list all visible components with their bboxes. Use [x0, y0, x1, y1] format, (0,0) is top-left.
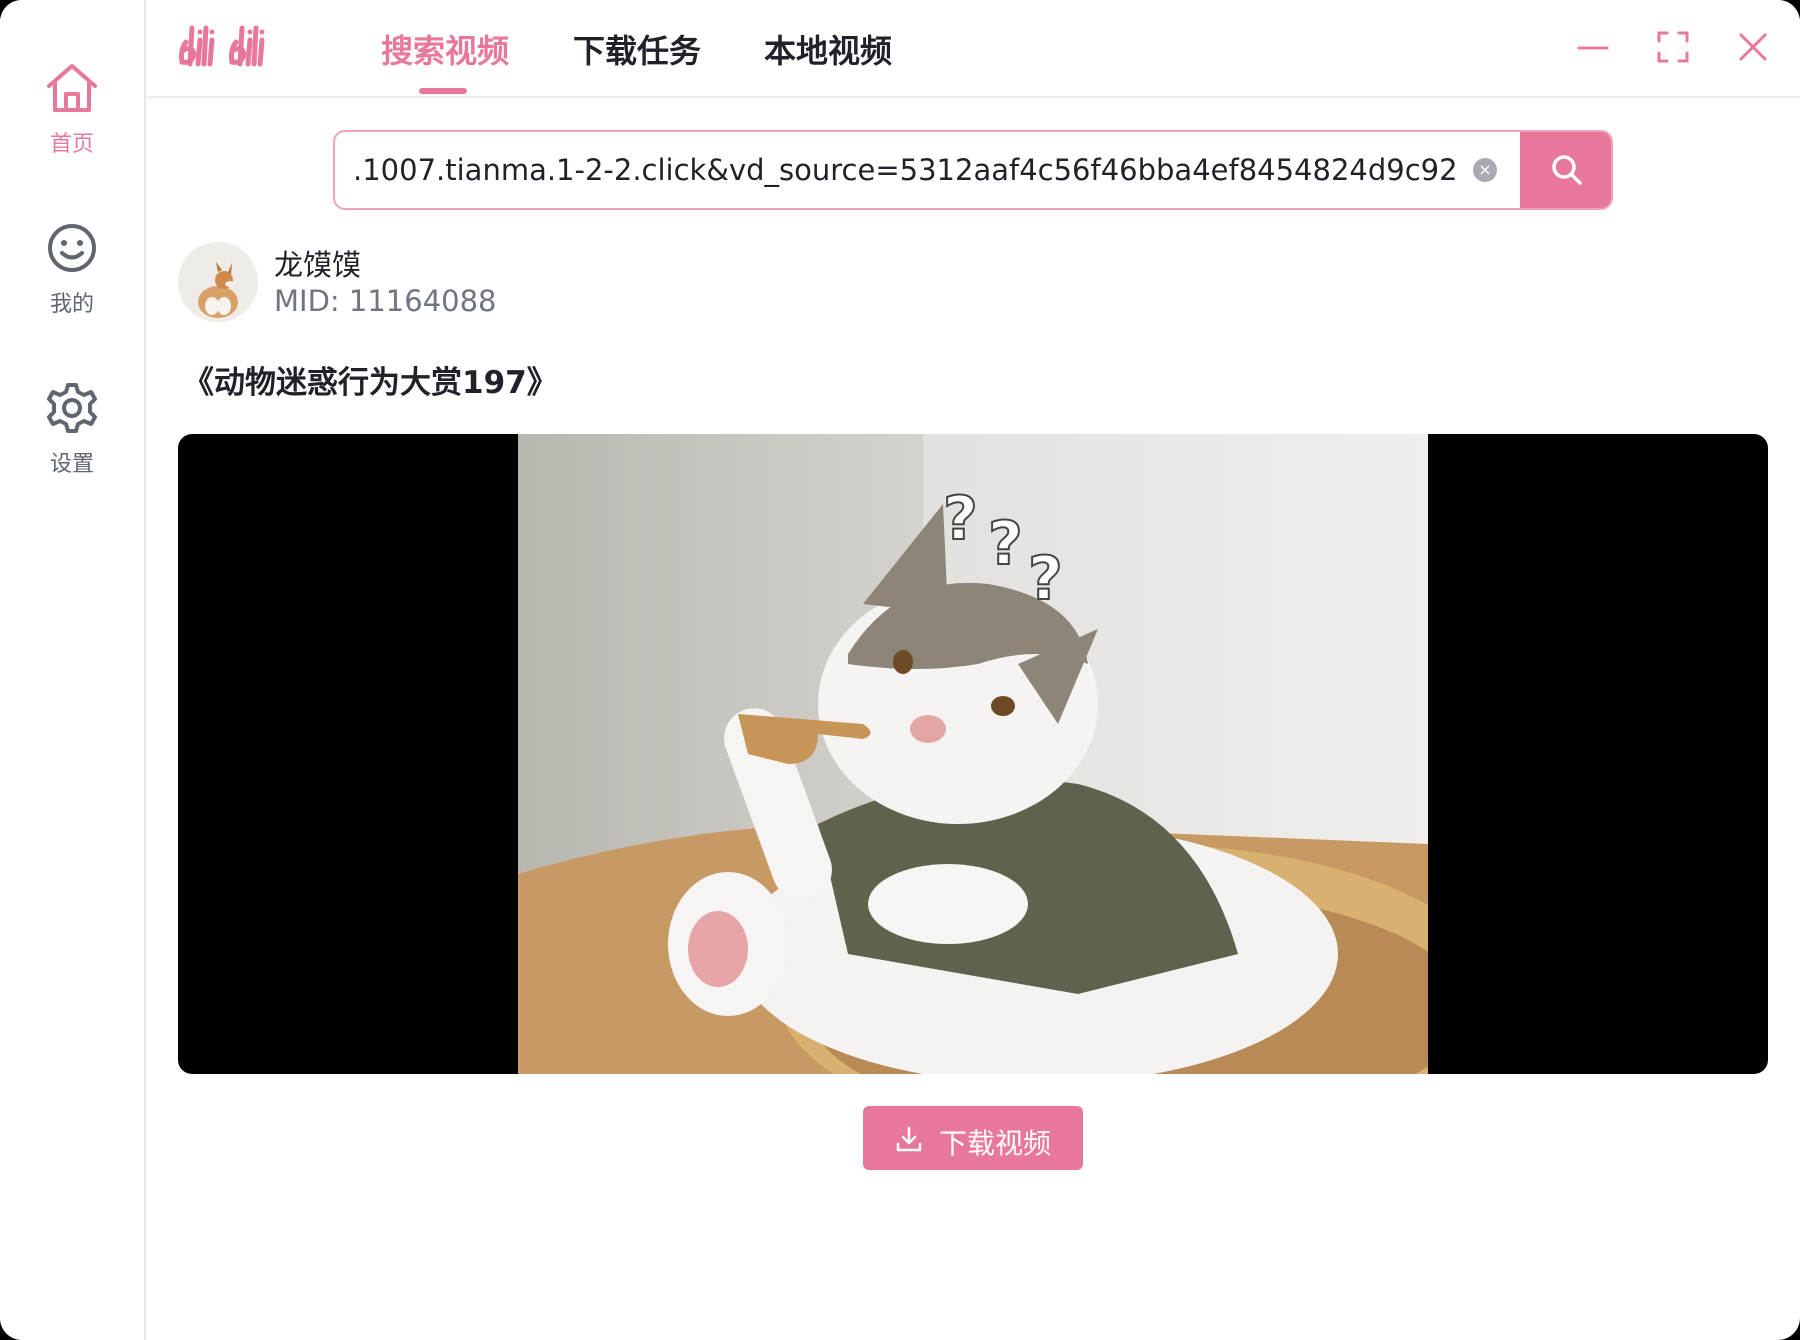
video-thumbnail: ? ? ?	[518, 434, 1428, 1074]
smile-icon	[48, 224, 96, 272]
svg-text:?: ?	[1028, 544, 1063, 614]
svg-text:?: ?	[988, 509, 1023, 579]
tab-local-videos[interactable]: 本地视频	[764, 26, 892, 72]
download-icon	[896, 1126, 922, 1152]
gear-icon	[47, 383, 97, 433]
sidebar-item-mine[interactable]: 我的	[0, 222, 144, 318]
search-bar: ×	[333, 130, 1613, 210]
sidebar-item-settings[interactable]: 设置	[0, 382, 144, 478]
home-icon	[47, 64, 97, 112]
sidebar-item-label: 首页	[49, 132, 94, 157]
tab-search-video[interactable]: 搜索视频	[381, 26, 509, 72]
search-input[interactable]	[353, 132, 1483, 208]
sidebar: 首页 我的 设置	[0, 0, 146, 1340]
active-tab-indicator	[419, 88, 467, 94]
top-bar: 搜索视频 下载任务 本地视频	[146, 0, 1800, 98]
sidebar-item-label: 我的	[49, 292, 94, 317]
clear-input-icon[interactable]: ×	[1473, 158, 1497, 182]
svg-text:?: ?	[943, 484, 978, 554]
uploader-mid: MID: 11164088	[274, 284, 497, 318]
close-icon[interactable]	[1736, 30, 1770, 64]
download-video-button[interactable]: 下载视频	[863, 1106, 1083, 1170]
tab-download-tasks[interactable]: 下载任务	[573, 26, 701, 72]
sidebar-item-label: 设置	[49, 452, 94, 477]
video-player[interactable]: ? ? ?	[178, 434, 1768, 1074]
sidebar-item-home[interactable]: 首页	[0, 62, 144, 158]
video-title: 《动物迷惑行为大赏197》	[183, 365, 558, 401]
fullscreen-icon[interactable]	[1656, 30, 1690, 64]
bilibili-logo[interactable]	[176, 20, 286, 72]
app-window: 首页 我的 设置 搜索视频 下载任务 本地视频 .1007.tianma.1-2…	[0, 0, 1800, 1340]
search-icon	[1552, 155, 1582, 185]
uploader-name[interactable]: 龙馍馍	[274, 242, 361, 284]
minimize-icon[interactable]	[1576, 30, 1610, 64]
avatar[interactable]	[178, 242, 258, 322]
search-button[interactable]	[1520, 132, 1611, 208]
download-button-label: 下载视频	[939, 1127, 1052, 1160]
